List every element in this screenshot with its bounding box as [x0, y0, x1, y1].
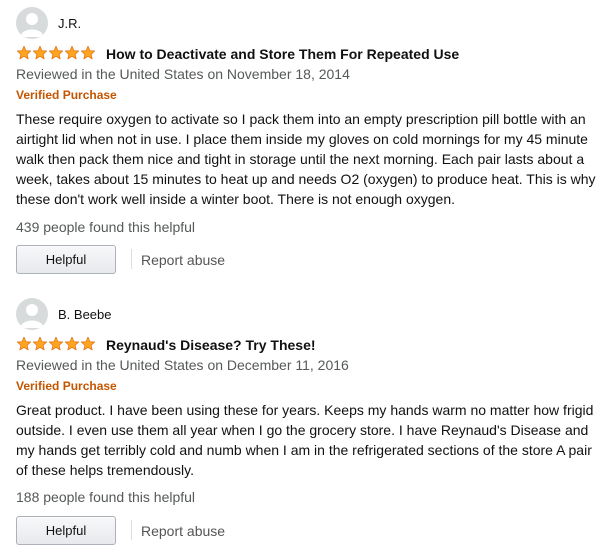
helpful-button[interactable]: Helpful: [16, 516, 116, 545]
star-icon: [32, 45, 48, 60]
review-1: J.R. How to Deactivate and Store Them Fo…: [0, 0, 608, 280]
star-icon: [48, 45, 64, 60]
helpful-count: 439 people found this helpful: [16, 219, 196, 235]
report-abuse-link[interactable]: Report abuse: [141, 523, 225, 539]
verified-purchase-badge: Verified Purchase: [16, 88, 117, 102]
review-date: Reviewed in the United States on Novembe…: [16, 66, 350, 82]
review-2: B. Beebe Reynaud's Disease? Try These! R…: [0, 290, 608, 555]
review-body: These require oxygen to activate so I pa…: [16, 111, 596, 207]
user-avatar-icon: [16, 7, 48, 39]
review-title[interactable]: How to Deactivate and Store Them For Rep…: [106, 46, 459, 62]
star-rating[interactable]: [16, 45, 96, 61]
star-icon: [16, 45, 32, 60]
star-icon: [64, 45, 80, 60]
user-avatar-icon: [16, 298, 48, 330]
review-author[interactable]: J.R.: [58, 16, 81, 31]
verified-purchase-badge: Verified Purchase: [16, 379, 117, 393]
star-icon: [32, 336, 48, 351]
review-body: Great product. I have been using these f…: [16, 402, 594, 478]
review-title[interactable]: Reynaud's Disease? Try These!: [106, 337, 316, 353]
star-icon: [80, 336, 96, 351]
action-divider: [131, 249, 132, 269]
helpful-count: 188 people found this helpful: [16, 489, 196, 505]
star-icon: [16, 336, 32, 351]
review-date: Reviewed in the United States on Decembe…: [16, 357, 349, 373]
helpful-button[interactable]: Helpful: [16, 245, 116, 274]
star-icon: [64, 336, 80, 351]
review-author[interactable]: B. Beebe: [58, 307, 112, 322]
star-icon: [48, 336, 64, 351]
star-rating[interactable]: [16, 336, 96, 352]
action-divider: [131, 520, 132, 540]
report-abuse-link[interactable]: Report abuse: [141, 252, 225, 268]
star-icon: [80, 45, 96, 60]
